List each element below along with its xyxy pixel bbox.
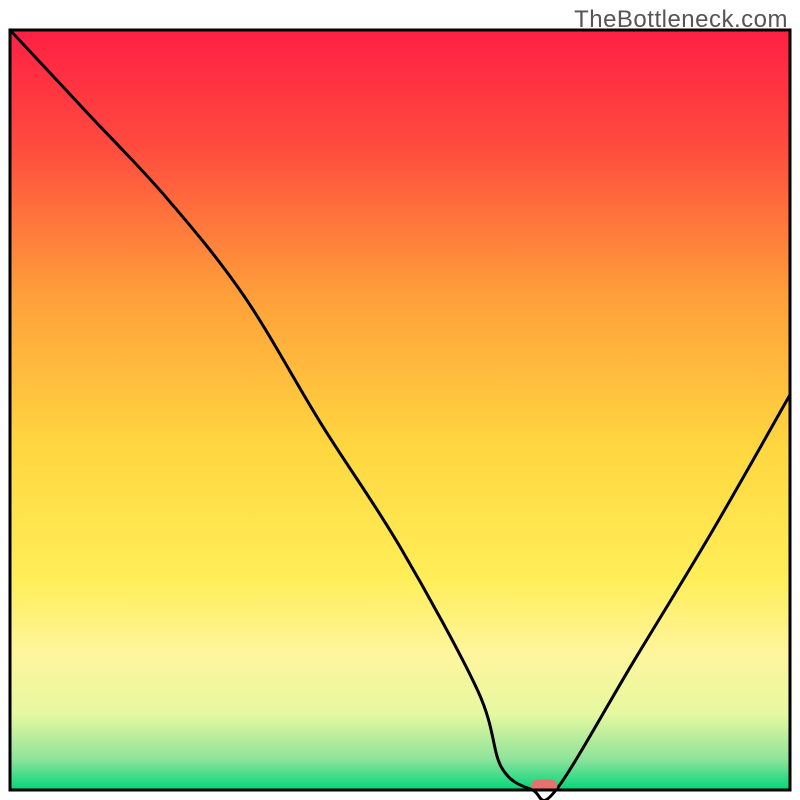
bottleneck-chart <box>0 0 800 800</box>
chart-background <box>10 30 790 790</box>
watermark-text: TheBottleneck.com <box>574 6 788 34</box>
chart-container: TheBottleneck.com <box>0 0 800 800</box>
